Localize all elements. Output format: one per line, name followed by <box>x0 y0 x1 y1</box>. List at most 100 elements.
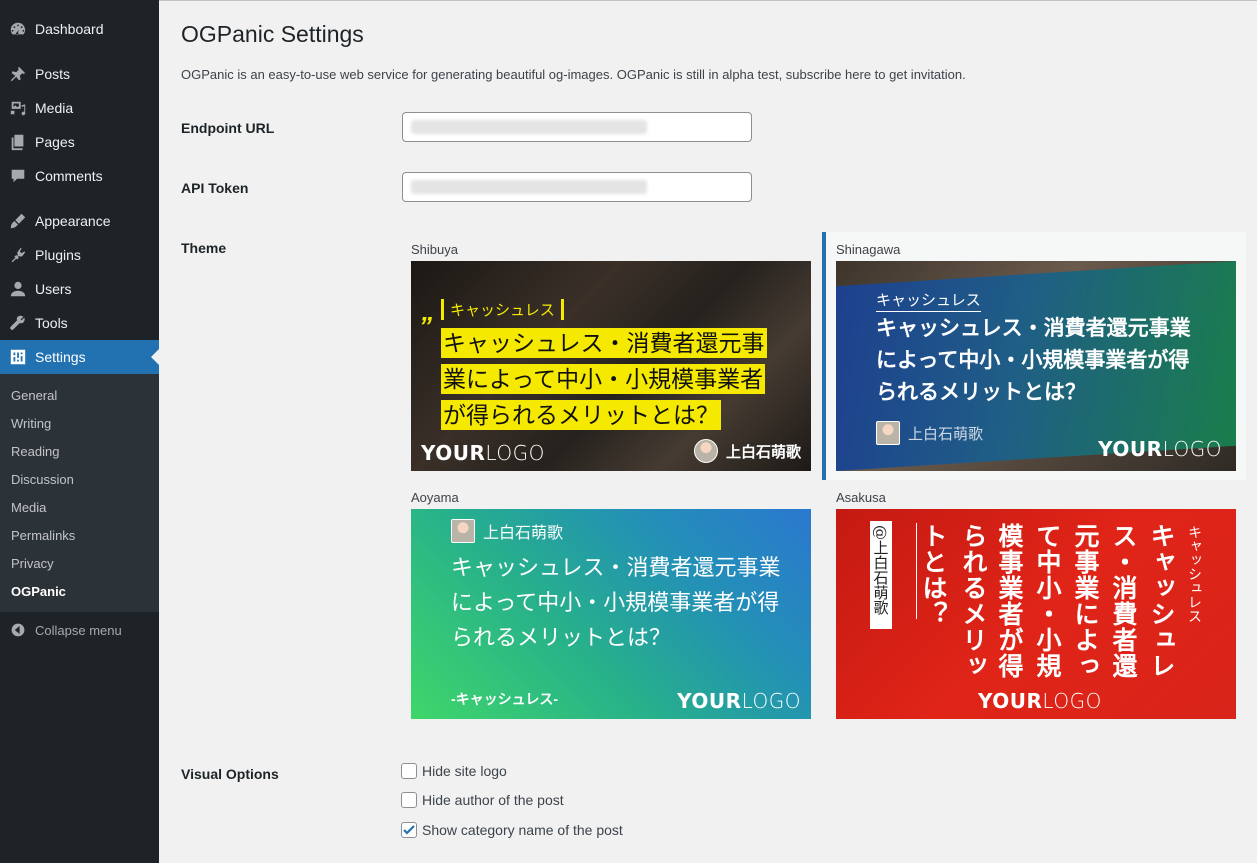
endpoint-url-input[interactable] <box>402 112 752 142</box>
sidebar-item-label: Dashboard <box>35 21 104 37</box>
author-avatar <box>451 519 475 543</box>
og-title-column: られるメリッ <box>959 523 988 679</box>
submenu-item-media[interactable]: Media <box>11 500 46 515</box>
theme-option-asakusa[interactable]: Asakusa @上白石萌歌 トとは？ られるメリッ 模事業者が得 て中小・小規… <box>836 490 1236 719</box>
og-title-line: が得られるメリットとは？ <box>441 400 721 430</box>
og-title: キャッシュレス・消費者還元事 業によって中小・小規模事業者 が得られるメリットと… <box>441 328 781 436</box>
divider-line <box>916 523 917 619</box>
comment-icon <box>8 166 28 186</box>
submenu-item-privacy[interactable]: Privacy <box>11 556 54 571</box>
theme-name: Asakusa <box>836 490 886 505</box>
theme-preview-image: ” キャッシュレス キャッシュレス・消費者還元事 業によって中小・小規模事業者 … <box>411 261 811 471</box>
theme-label: Theme <box>181 240 227 256</box>
og-title: キャッシュレス・消費者還元事業によって中小・小規模事業者が得られるメリットとは？ <box>451 556 781 651</box>
user-icon <box>8 279 28 299</box>
sidebar-item-posts[interactable]: Posts <box>0 57 159 91</box>
submenu-item-general[interactable]: General <box>11 388 57 403</box>
author-badge: 上白石萌歌 <box>451 519 563 543</box>
sidebar-item-comments[interactable]: Comments <box>0 159 159 193</box>
redacted-value <box>411 120 647 134</box>
category-tag: キャッシュレス <box>1186 525 1202 623</box>
brush-icon <box>8 211 28 231</box>
collapse-menu-button[interactable]: Collapse menu <box>0 618 159 642</box>
hide-author-checkbox[interactable] <box>401 792 417 808</box>
theme-preview-image: 上白石萌歌 キャッシュレス・消費者還元事業によって中小・小規模事業者が得られるメ… <box>411 509 811 719</box>
sidebar-item-label: Plugins <box>35 247 81 263</box>
submenu-item-ogpanic[interactable]: OGPanic <box>11 584 66 599</box>
theme-option-aoyama[interactable]: Aoyama 上白石萌歌 キャッシュレス・消費者還元事業によって中小・小規模事業… <box>411 490 811 719</box>
og-title-column: て中小・小規 <box>1033 523 1062 679</box>
sidebar-item-media[interactable]: Media <box>0 91 159 125</box>
og-title: キャッシュレス・消費者還元事業によって中小・小規模事業者が得られるメリットとは？ <box>876 317 1191 404</box>
author-avatar <box>876 421 900 445</box>
option-label: Hide site logo <box>422 763 507 779</box>
page-title: OGPanic Settings <box>181 21 364 47</box>
api-token-input[interactable] <box>402 172 752 202</box>
theme-name: Shinagawa <box>836 242 901 257</box>
sidebar-item-dashboard[interactable]: Dashboard <box>0 12 159 46</box>
pages-icon <box>8 132 28 152</box>
quote-mark: ” <box>419 311 432 341</box>
sidebar-item-label: Settings <box>35 349 86 365</box>
submenu-item-writing[interactable]: Writing <box>11 416 51 431</box>
plugin-icon <box>8 245 28 265</box>
author-badge: 上白石萌歌 <box>876 421 983 445</box>
og-title-line: 業によって中小・小規模事業者 <box>441 364 766 394</box>
sidebar-item-users[interactable]: Users <box>0 272 159 306</box>
theme-preview-image: @上白石萌歌 トとは？ られるメリッ 模事業者が得 て中小・小規 元事業によっ … <box>836 509 1236 719</box>
sidebar-item-label: Comments <box>35 168 103 184</box>
collapse-icon <box>8 620 28 640</box>
author-name: 上白石萌歌 <box>725 443 801 461</box>
og-title-column: キャッシュレ <box>1147 523 1176 679</box>
theme-name: Shibuya <box>411 242 458 257</box>
sidebar-item-label: Posts <box>35 66 71 82</box>
sidebar-item-label: Appearance <box>35 213 111 229</box>
media-icon <box>8 98 28 118</box>
category-tag: キャッシュレス <box>441 299 564 320</box>
settings-icon <box>8 347 28 367</box>
your-logo: YOURLOGO <box>421 441 545 465</box>
sidebar-item-pages[interactable]: Pages <box>0 125 159 159</box>
author-avatar <box>693 439 718 463</box>
visual-options-label: Visual Options <box>181 766 279 782</box>
collapse-menu-label: Collapse menu <box>35 622 122 638</box>
theme-option-shibuya[interactable]: Shibuya ” キャッシュレス キャッシュレス・消費者還元事 業によって中小… <box>411 242 811 471</box>
hide-site-logo-checkbox[interactable] <box>401 763 417 779</box>
checkmark-icon <box>403 825 415 835</box>
author-name: 上白石萌歌 <box>483 523 564 542</box>
author-badge: 上白石萌歌 <box>693 439 801 463</box>
submenu-item-discussion[interactable]: Discussion <box>11 472 74 487</box>
show-category-option[interactable]: Show category name of the post <box>401 822 623 838</box>
your-logo: YOURLOGO <box>677 689 801 713</box>
sidebar-item-tools[interactable]: Tools <box>0 306 159 340</box>
author-name: 上白石萌歌 <box>908 425 984 443</box>
sidebar-item-plugins[interactable]: Plugins <box>0 238 159 272</box>
wrench-icon <box>8 313 28 333</box>
sidebar-item-settings[interactable]: Settings <box>0 340 159 374</box>
hide-author-option[interactable]: Hide author of the post <box>401 792 564 808</box>
redacted-value <box>411 180 647 194</box>
submenu-item-permalinks[interactable]: Permalinks <box>11 528 75 543</box>
og-title-column: ス・消費者還 <box>1109 523 1138 679</box>
category-tag: キャッシュレス <box>876 289 981 312</box>
page-description: OGPanic is an easy-to-use web service fo… <box>181 67 966 82</box>
og-title-column: 元事業によっ <box>1071 523 1100 679</box>
submenu-item-reading[interactable]: Reading <box>11 444 59 459</box>
sidebar-item-label: Media <box>35 100 74 116</box>
api-token-label: API Token <box>181 180 249 196</box>
author-badge: @上白石萌歌 <box>870 521 892 629</box>
pin-icon <box>8 64 28 84</box>
og-title-column: トとは？ <box>919 523 948 627</box>
dashboard-icon <box>8 19 28 39</box>
top-divider <box>159 0 1257 1</box>
og-title-column: 模事業者が得 <box>995 523 1024 679</box>
theme-name: Aoyama <box>411 490 459 505</box>
show-category-checkbox[interactable] <box>401 822 417 838</box>
settings-submenu: General Writing Reading Discussion Media… <box>0 374 159 612</box>
hide-site-logo-option[interactable]: Hide site logo <box>401 763 507 779</box>
admin-sidebar: Dashboard Posts Media Pages Comments App… <box>0 0 159 863</box>
sidebar-item-label: Pages <box>35 134 75 150</box>
category-tag: -キャッシュレス- <box>451 691 559 707</box>
sidebar-item-appearance[interactable]: Appearance <box>0 204 159 238</box>
theme-option-shinagawa[interactable]: Shinagawa キャッシュレス キャッシュレス・消費者還元事業によって中小・… <box>836 242 1236 471</box>
